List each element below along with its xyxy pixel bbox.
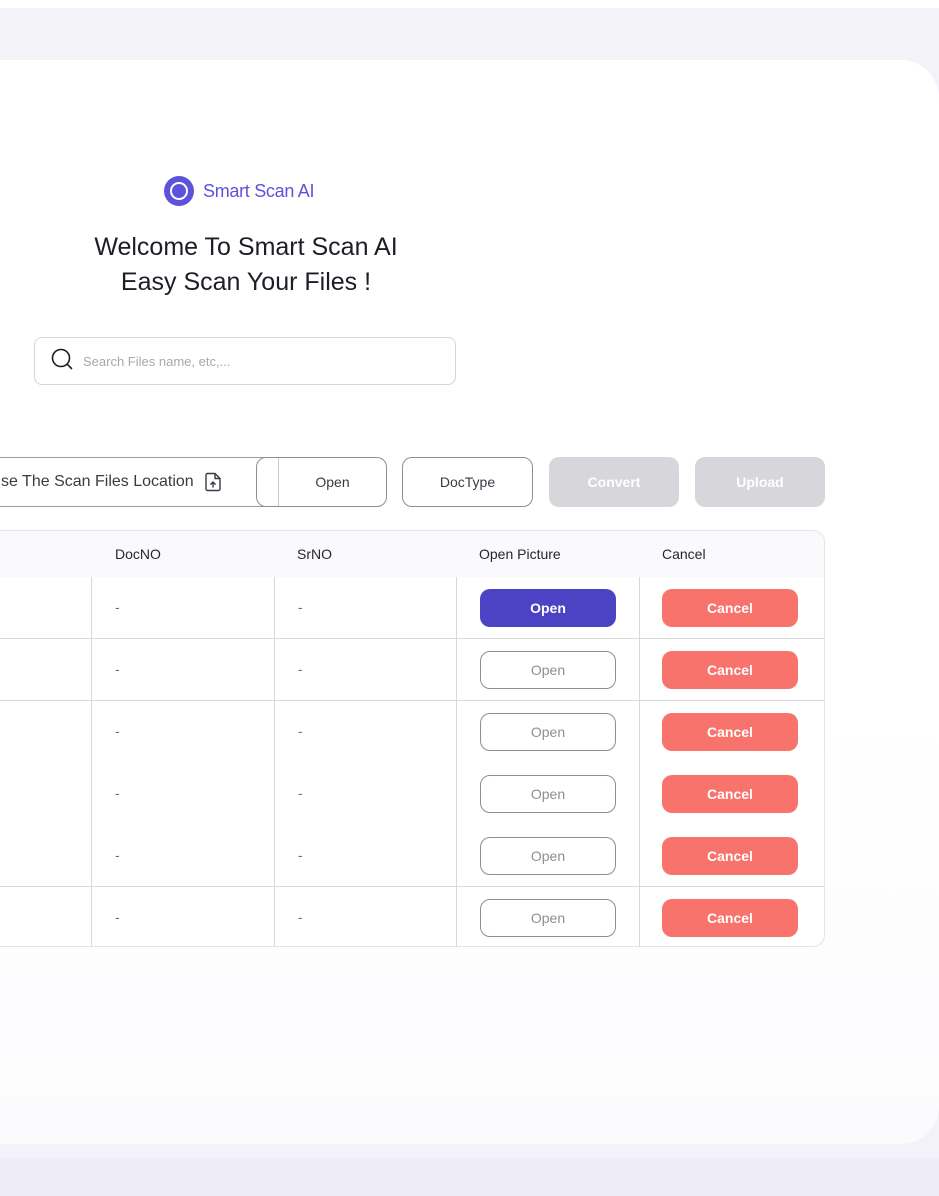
upload-label: Upload <box>736 474 784 490</box>
open-label: Open <box>315 474 350 490</box>
header-cancel: Cancel <box>662 546 706 562</box>
cancel-button[interactable]: Cancel <box>662 899 798 937</box>
header-open-picture: Open Picture <box>479 546 561 562</box>
cancel-button[interactable]: Cancel <box>662 651 798 689</box>
open-picture-button[interactable]: Open <box>480 589 616 627</box>
brand-logo: Smart Scan AI <box>164 176 314 206</box>
cancel-button[interactable]: Cancel <box>662 837 798 875</box>
top-strip <box>0 0 939 8</box>
docno-cell: - <box>115 909 120 925</box>
table-row: - - Open Cancel <box>0 825 824 887</box>
upload-button[interactable]: Upload <box>695 457 825 507</box>
open-picture-button[interactable]: Open <box>480 775 616 813</box>
srno-cell: - <box>298 909 303 925</box>
open-picture-button[interactable]: Open <box>480 837 616 875</box>
table-row: - - Open Cancel <box>0 887 824 946</box>
table-row: - - Open Cancel <box>0 639 824 701</box>
table-header: DocNO SrNO Open Picture Cancel <box>0 531 824 577</box>
doctype-button[interactable]: DocType <box>402 457 533 507</box>
open-picture-button[interactable]: Open <box>480 899 616 937</box>
bottom-strip <box>0 1158 939 1196</box>
header-srno: SrNO <box>297 546 332 562</box>
brand-name: Smart Scan AI <box>203 180 315 201</box>
button-separator <box>278 458 279 506</box>
welcome-line-1: Welcome To Smart Scan AI <box>94 233 398 261</box>
logo-icon <box>164 176 194 206</box>
cancel-button[interactable]: Cancel <box>662 589 798 627</box>
search-icon <box>51 348 81 375</box>
scan-files-location-button[interactable]: se The Scan Files Location <box>0 457 280 507</box>
doctype-label: DocType <box>439 474 496 490</box>
srno-cell: - <box>298 847 303 863</box>
convert-button[interactable]: Convert <box>549 457 679 507</box>
header-docno: DocNO <box>115 546 161 562</box>
files-table: DocNO SrNO Open Picture Cancel - - Open … <box>0 530 825 947</box>
srno-cell: - <box>298 723 303 739</box>
open-picture-button[interactable]: Open <box>480 651 616 689</box>
table-row: - - Open Cancel <box>0 701 824 763</box>
search-input[interactable] <box>81 352 425 370</box>
file-upload-icon <box>204 472 222 492</box>
welcome-heading: Welcome To Smart Scan AI Easy Scan Your … <box>40 230 452 300</box>
open-picture-button[interactable]: Open <box>480 713 616 751</box>
docno-cell: - <box>115 723 120 739</box>
docno-cell: - <box>115 599 120 615</box>
table-row: - - Open Cancel <box>0 577 824 639</box>
docno-cell: - <box>115 785 120 801</box>
srno-cell: - <box>298 785 303 801</box>
open-location-button[interactable]: Open <box>256 457 387 507</box>
search-bar[interactable] <box>34 337 456 385</box>
convert-label: Convert <box>587 474 641 490</box>
cancel-button[interactable]: Cancel <box>662 775 798 813</box>
cancel-button[interactable]: Cancel <box>662 713 798 751</box>
table-row: - - Open Cancel <box>0 763 824 825</box>
welcome-line-2: Easy Scan Your Files ! <box>120 268 372 296</box>
docno-cell: - <box>115 661 120 677</box>
location-label: se The Scan Files Location <box>1 473 194 490</box>
srno-cell: - <box>298 599 303 615</box>
docno-cell: - <box>115 847 120 863</box>
srno-cell: - <box>298 661 303 677</box>
